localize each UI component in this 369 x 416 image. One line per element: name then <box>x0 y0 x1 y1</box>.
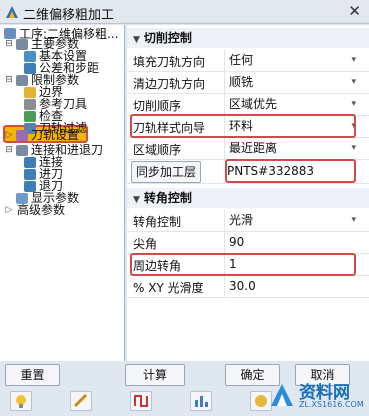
dropdown-icon: ▾ <box>351 143 356 153</box>
folder-icon <box>16 145 28 156</box>
tool-icon <box>24 99 36 110</box>
collapse-icon[interactable]: ⊟ <box>4 145 14 155</box>
edge-direction-select[interactable]: 顺铣 ▾ <box>224 72 362 93</box>
expand-icon[interactable]: ▷ <box>4 205 14 215</box>
app-logo-icon <box>6 6 18 18</box>
region-order-select[interactable]: 最近距离 ▾ <box>224 138 362 159</box>
section-collapse-icon[interactable]: ▼ <box>133 30 140 50</box>
select-value: 最近距离 <box>229 141 278 155</box>
row-label: 填充刀轨方向 <box>133 55 206 69</box>
folder-icon <box>16 75 28 86</box>
dropdown-icon: ▾ <box>351 77 356 87</box>
tree-item-label: 高级参数 <box>17 203 66 217</box>
highlight-toolpath-style <box>130 114 356 138</box>
row-label: 尖角 <box>133 237 158 251</box>
collapse-icon[interactable]: ⊟ <box>4 75 14 85</box>
boundary-icon <box>24 87 36 98</box>
select-value: 光滑 <box>229 213 254 227</box>
select-value: 任何 <box>229 53 254 67</box>
section-collapse-icon[interactable]: ▼ <box>133 190 140 210</box>
expand-icon[interactable]: ▷ <box>4 130 14 140</box>
xy-smoothing-input[interactable]: 30.0 <box>224 276 362 297</box>
row-label: 清边刀轨方向 <box>133 77 206 91</box>
dropdown-icon: ▾ <box>351 215 356 225</box>
title-bar: 二维偏移粗加工 ✕ <box>0 0 369 24</box>
row-label: 转角控制 <box>133 215 182 229</box>
row-cut-order: 切削顺序 区域优先 ▾ <box>127 94 369 116</box>
dropdown-icon: ▾ <box>351 55 356 65</box>
sharp-angle-input[interactable]: 90 <box>224 232 362 253</box>
row-edge-direction: 清边刀轨方向 顺铣 ▾ <box>127 72 369 94</box>
section-title: 切削控制 <box>143 31 192 45</box>
highlight-perimeter-corner <box>130 253 356 276</box>
toolpath-icon <box>16 130 28 141</box>
watermark-url: ZL.XS1616.COM <box>299 400 364 409</box>
edit-icon[interactable] <box>70 391 92 411</box>
row-xy-smoothing: % XY 光滑度 30.0 <box>127 276 369 298</box>
corner-control-select[interactable]: 光滑 ▾ <box>224 210 362 231</box>
collapse-icon[interactable]: ⊟ <box>4 39 14 49</box>
parameter-tree: 工序:二维偏移粗... ⊟ 主要参数 基本设置 公差和步距 ⊟ 限制参数 边界 … <box>0 25 125 361</box>
row-region-order: 区域顺序 最近距离 ▾ <box>127 138 369 160</box>
reset-button[interactable]: 重置 <box>5 364 60 386</box>
lead-in-icon <box>24 169 36 180</box>
settings-icon <box>24 51 36 62</box>
tree-item-label: 刀轨设置 <box>31 128 80 142</box>
row-sharp-angle: 尖角 90 <box>127 232 369 254</box>
watermark-icon <box>271 384 293 406</box>
row-label: 区域顺序 <box>133 143 182 157</box>
section-title: 转角控制 <box>143 191 192 205</box>
sync-layers-button[interactable]: 同步加工层 <box>131 161 201 183</box>
chart-icon[interactable] <box>190 391 212 411</box>
close-icon[interactable]: ✕ <box>348 2 361 20</box>
highlight-sync-value <box>225 159 356 183</box>
lightbulb-icon[interactable] <box>10 391 32 411</box>
row-label: % XY 光滑度 <box>133 281 204 295</box>
folder-icon <box>16 39 28 50</box>
path-icon[interactable] <box>130 391 152 411</box>
calculate-button[interactable]: 计算 <box>125 364 185 386</box>
window-title: 二维偏移粗加工 <box>23 8 115 23</box>
check-icon <box>24 111 36 122</box>
select-value: 区域优先 <box>229 97 278 111</box>
section-cutting-control[interactable]: ▼ 切削控制 <box>127 28 369 48</box>
link-icon <box>24 157 36 168</box>
cut-order-select[interactable]: 区域优先 ▾ <box>224 94 362 115</box>
select-value: 顺铣 <box>229 75 254 89</box>
row-fill-direction: 填充刀轨方向 任何 ▾ <box>127 50 369 72</box>
section-corner-control[interactable]: ▼ 转角控制 <box>127 188 369 208</box>
fill-direction-select[interactable]: 任何 ▾ <box>224 50 362 71</box>
settings-panel: ▼ 切削控制 填充刀轨方向 任何 ▾ 清边刀轨方向 顺铣 ▾ 切削顺序 区域优先 ▾ 刀… <box>127 25 369 361</box>
watermark-logo: 资料网 ZL.XS1616.COM <box>267 376 367 414</box>
dropdown-icon: ▾ <box>351 99 356 109</box>
row-label: 切削顺序 <box>133 99 182 113</box>
row-corner-control: 转角控制 光滑 ▾ <box>127 210 369 232</box>
